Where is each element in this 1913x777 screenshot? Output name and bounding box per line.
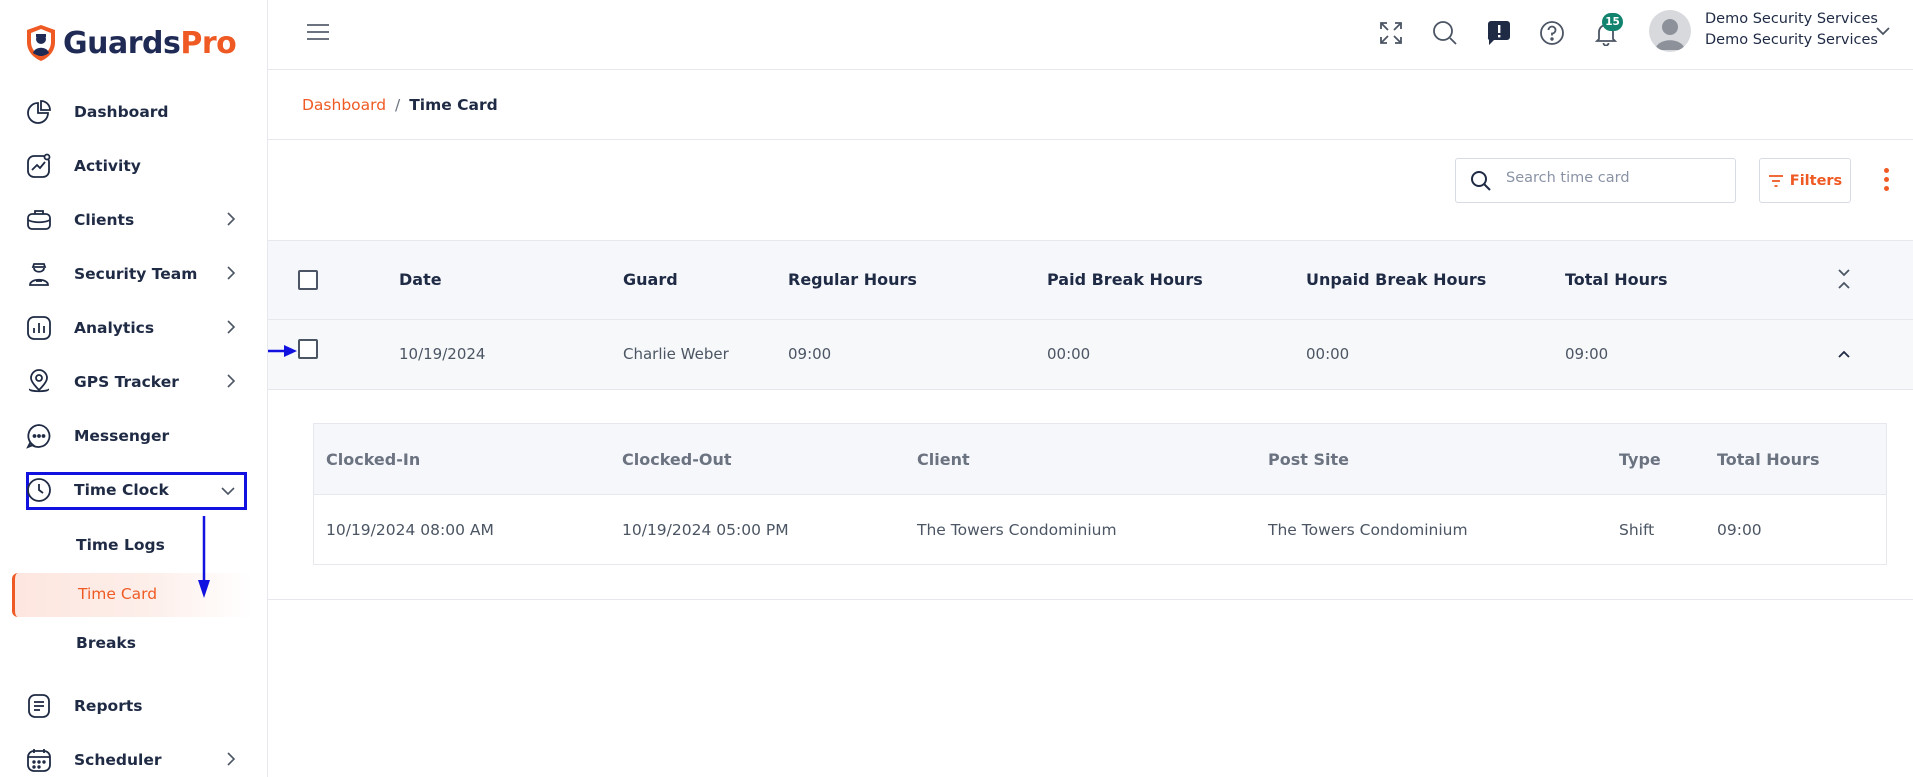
breadcrumb-bar: Dashboard / Time Card (268, 70, 1913, 140)
detail-header-type: Type (1619, 450, 1661, 469)
filters-button[interactable]: Filters (1759, 158, 1851, 203)
breadcrumb-separator: / (395, 96, 401, 114)
cell-total-hours: 09:00 (1565, 345, 1609, 363)
chevron-down-icon (221, 487, 235, 496)
detail-header-clocked-in: Clocked-In (326, 450, 421, 469)
column-header-regular-hours[interactable]: Regular Hours (788, 270, 917, 289)
guard-shield-logo-icon (27, 25, 55, 61)
sidebar-item-activity[interactable]: Activity (26, 146, 244, 186)
report-icon (26, 691, 62, 721)
logo[interactable]: GuardsPro (25, 24, 237, 62)
sidebar-item-dashboard[interactable]: Dashboard (26, 92, 244, 132)
search-icon[interactable] (1432, 20, 1458, 46)
breadcrumb-link-dashboard[interactable]: Dashboard (302, 96, 386, 114)
sidebar-item-clients[interactable]: Clients (26, 200, 244, 240)
collapse-all-icon[interactable] (1837, 268, 1851, 290)
column-header-total-hours[interactable]: Total Hours (1565, 270, 1667, 289)
location-pin-icon (26, 367, 62, 397)
calendar-icon (26, 745, 62, 775)
briefcase-icon (26, 205, 62, 235)
chevron-right-icon (227, 752, 236, 766)
sidebar-subitem-time-logs[interactable]: Time Logs (76, 536, 165, 554)
avatar[interactable] (1649, 10, 1691, 52)
sidebar-item-gps-tracker[interactable]: GPS Tracker (26, 362, 244, 402)
search-field[interactable] (1455, 158, 1736, 203)
sidebar-subitem-breaks[interactable]: Breaks (76, 634, 136, 652)
cell-paid-break-hours: 00:00 (1047, 345, 1091, 363)
detail-cell-clocked-out: 10/19/2024 05:00 PM (622, 521, 789, 539)
user-name[interactable]: Demo Security Services (1705, 11, 1878, 27)
sidebar-item-scheduler[interactable]: Scheduler (26, 740, 244, 777)
sidebar-item-messenger[interactable]: Messenger (26, 416, 244, 456)
activity-icon (26, 151, 62, 181)
column-header-guard[interactable]: Guard (623, 270, 678, 289)
sidebar: GuardsPro Dashboard Activity Clients Sec… (0, 0, 268, 777)
detail-cell-client: The Towers Condominium (917, 521, 1117, 539)
cell-guard: Charlie Weber (623, 345, 729, 363)
cell-regular-hours: 09:00 (788, 345, 832, 363)
filter-icon (1768, 174, 1783, 187)
chevron-right-icon (227, 320, 236, 334)
table-header: Date Guard Regular Hours Paid Break Hour… (268, 240, 1913, 320)
cell-unpaid-break-hours: 00:00 (1306, 345, 1350, 363)
chat-bubble-icon (26, 421, 62, 451)
notification-badge: 15 (1602, 13, 1623, 31)
detail-cell-clocked-in: 10/19/2024 08:00 AM (326, 521, 494, 539)
hamburger-menu-icon[interactable] (306, 22, 330, 42)
help-icon[interactable] (1539, 20, 1565, 46)
select-all-checkbox[interactable] (298, 270, 318, 290)
top-bar: 15 Demo Security Services Demo Security … (268, 0, 1913, 70)
column-header-date[interactable]: Date (399, 270, 442, 289)
detail-cell-post-site: The Towers Condominium (1268, 521, 1468, 539)
detail-cell-type: Shift (1619, 521, 1655, 539)
sidebar-item-analytics[interactable]: Analytics (26, 308, 244, 348)
detail-header-clocked-out: Clocked-Out (622, 450, 732, 469)
expanded-detail-panel: Clocked-In Clocked-Out Client Post Site … (268, 390, 1913, 600)
guard-icon (26, 259, 62, 289)
filters-label: Filters (1789, 172, 1843, 189)
detail-header-total-hours: Total Hours (1717, 450, 1820, 469)
detail-table-header: Clocked-In Clocked-Out Client Post Site … (314, 424, 1886, 495)
user-organization: Demo Security Services (1705, 32, 1878, 48)
sidebar-item-reports[interactable]: Reports (26, 686, 244, 726)
sidebar-item-time-clock[interactable]: Time Clock (26, 470, 244, 510)
row-checkbox[interactable] (298, 339, 318, 359)
chevron-right-icon (227, 374, 236, 388)
search-icon (1471, 171, 1491, 191)
sidebar-item-security-team[interactable]: Security Team (26, 254, 244, 294)
app-root: GuardsPro Dashboard Activity Clients Sec… (0, 0, 1913, 777)
column-header-paid-break-hours[interactable]: Paid Break Hours (1047, 270, 1203, 289)
sidebar-subitem-time-card[interactable]: Time Card (12, 573, 252, 617)
detail-cell-total-hours: 09:00 (1717, 521, 1762, 539)
cell-date: 10/19/2024 (399, 345, 486, 363)
detail-header-post-site: Post Site (1268, 450, 1349, 469)
chevron-right-icon (227, 266, 236, 280)
chevron-up-icon[interactable] (1837, 349, 1851, 359)
chevron-right-icon (227, 212, 236, 226)
logo-text: GuardsPro (63, 25, 237, 61)
table-row[interactable]: 10/19/2024 Charlie Weber 09:00 00:00 00:… (268, 320, 1913, 390)
search-input[interactable] (1506, 170, 1721, 186)
chevron-down-icon[interactable] (1875, 26, 1891, 36)
analytics-icon (26, 313, 62, 343)
column-header-unpaid-break-hours[interactable]: Unpaid Break Hours (1306, 270, 1486, 289)
feedback-icon[interactable] (1486, 20, 1512, 46)
breadcrumb: Dashboard / Time Card (302, 96, 498, 114)
breadcrumb-current: Time Card (409, 96, 498, 114)
fullscreen-icon[interactable] (1378, 20, 1404, 46)
detail-header-client: Client (917, 450, 970, 469)
detail-table: Clocked-In Clocked-Out Client Post Site … (313, 423, 1887, 565)
more-options-icon[interactable] (1880, 168, 1892, 196)
pie-chart-icon (26, 97, 62, 127)
user-silhouette-icon (1655, 19, 1685, 50)
clock-icon (26, 475, 62, 505)
